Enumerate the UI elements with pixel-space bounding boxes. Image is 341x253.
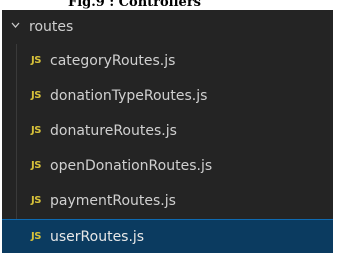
screenshot-stage: Fig.9 : Controllers routes JS categoryRo… (0, 0, 341, 253)
file-label: userRoutes.js (50, 229, 145, 245)
file-item[interactable]: JS paymentRoutes.js (2, 184, 333, 218)
file-explorer: routes JS categoryRoutes.js JS donationT… (2, 10, 333, 253)
file-label: donatureRoutes.js (50, 123, 177, 139)
javascript-file-icon: JS (31, 231, 41, 242)
file-item[interactable]: JS categoryRoutes.js (2, 44, 333, 78)
javascript-file-icon: JS (31, 55, 41, 66)
file-label: donationTypeRoutes.js (50, 88, 208, 104)
figure-caption: Fig.9 : Controllers (68, 0, 201, 10)
javascript-file-icon: JS (31, 160, 41, 171)
folder-label: routes (29, 19, 74, 35)
file-label: paymentRoutes.js (50, 193, 176, 209)
javascript-file-icon: JS (31, 90, 41, 101)
chevron-down-icon (11, 22, 20, 28)
javascript-file-icon: JS (31, 195, 41, 206)
file-item[interactable]: JS openDonationRoutes.js (2, 149, 333, 183)
file-item[interactable]: JS donatureRoutes.js (2, 114, 333, 148)
file-item[interactable]: JS donationTypeRoutes.js (2, 79, 333, 113)
folder-routes[interactable]: routes (2, 10, 333, 44)
file-label: categoryRoutes.js (50, 53, 176, 69)
javascript-file-icon: JS (31, 125, 41, 136)
file-label: openDonationRoutes.js (50, 158, 213, 174)
file-item-selected[interactable]: JS userRoutes.js (2, 219, 333, 253)
